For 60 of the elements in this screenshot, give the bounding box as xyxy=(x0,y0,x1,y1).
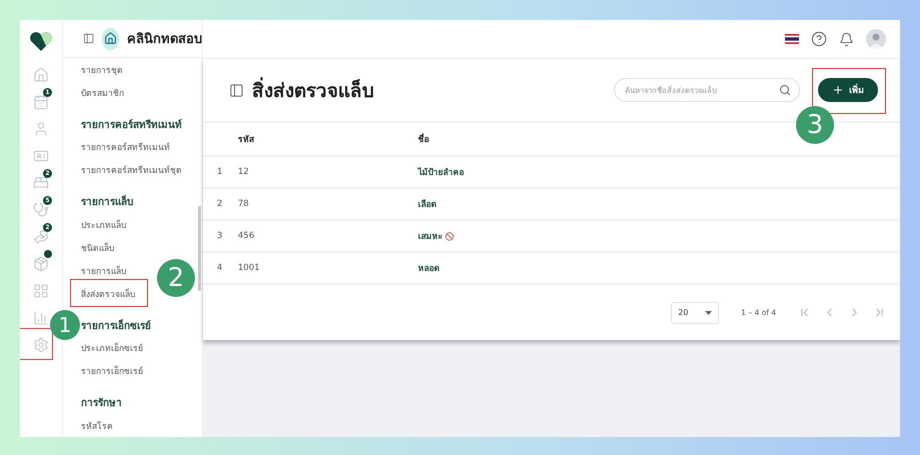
sidebar-item[interactable]: รายการคอร์สทรีทเมนท์ชุด xyxy=(81,158,182,182)
table-cell-text: 1001 xyxy=(238,263,261,273)
bed-icon[interactable] xyxy=(33,175,49,191)
sidebar-item[interactable]: รายการชุด xyxy=(81,58,123,81)
row-number: 1 xyxy=(216,167,224,177)
help-icon[interactable] xyxy=(811,31,827,47)
step-marker: 1 xyxy=(50,310,80,340)
stethoscope-icon[interactable] xyxy=(33,202,49,218)
calendar-icon[interactable] xyxy=(33,94,49,110)
sidebar-item[interactable]: ประเภทเอ็กซเรย์ xyxy=(81,336,143,360)
table-cell-text: หลอด xyxy=(418,263,440,275)
row-number: 4 xyxy=(216,263,224,273)
step-marker: 3 xyxy=(796,106,834,144)
table-cell-text: เลือด xyxy=(418,198,437,211)
step-marker: 2 xyxy=(157,259,195,297)
section-heading: รายการแล็บ xyxy=(81,194,134,210)
page-title: สิ่งส่งตรวจแล็บ xyxy=(252,75,606,105)
notification-icon[interactable] xyxy=(839,32,854,46)
table-cell-text: เสมหะ xyxy=(418,231,443,243)
section-heading: การรักษา xyxy=(81,396,123,412)
logo-icon xyxy=(29,32,53,52)
clinic-name: คลินิกทดสอบ xyxy=(127,31,202,49)
panel-icon xyxy=(229,82,244,98)
chart-icon[interactable] xyxy=(33,310,49,326)
column-header: ชื่อ xyxy=(418,132,430,146)
last-page-icon[interactable] xyxy=(873,306,886,319)
sidebar-item[interactable]: รหัสโรค xyxy=(81,414,113,437)
hand-icon[interactable] xyxy=(33,229,49,245)
grid-icon[interactable] xyxy=(33,283,49,299)
table-cell-text: 78 xyxy=(238,199,250,209)
sidebar-item[interactable]: ชนิดแล็บ xyxy=(81,236,114,259)
sidebar-item[interactable]: ประเภทแล็บ xyxy=(81,213,126,236)
home-icon[interactable] xyxy=(33,67,49,83)
panel-toggle-icon[interactable] xyxy=(83,31,94,46)
sidebar-item[interactable]: รายการเอ็กซเรย์ xyxy=(81,360,143,382)
search-icon xyxy=(779,84,791,96)
sidebar-item[interactable]: รายการคอร์สทรีทเมนท์ xyxy=(81,136,170,158)
flag-icon[interactable] xyxy=(785,34,799,44)
package-icon[interactable] xyxy=(33,256,49,272)
settings-icon[interactable] xyxy=(33,337,49,353)
plus-icon xyxy=(832,84,844,96)
row-number: 3 xyxy=(216,231,224,241)
user-avatar[interactable] xyxy=(866,29,886,49)
table-cell-text: ไม้ป้ายลำคอ xyxy=(418,166,464,179)
table-cell-text: 456 xyxy=(238,231,256,241)
row-number: 2 xyxy=(216,199,224,209)
column-header: รหัส xyxy=(238,134,256,146)
table-cell-text: 12 xyxy=(238,167,250,177)
clinic-icon xyxy=(102,28,119,50)
person-icon[interactable] xyxy=(33,121,49,137)
page-size-select[interactable]: 20 xyxy=(671,302,720,324)
sidebar-item[interactable]: บัตรสมาชิก xyxy=(81,81,124,104)
dropdown-icon xyxy=(705,310,712,314)
add-button[interactable]: เพิ่ม xyxy=(818,78,878,102)
scrollbar[interactable] xyxy=(198,206,201,291)
section-heading: รายการเอ็กซเรย์ xyxy=(81,318,152,334)
sidebar-item[interactable]: รายการแล็บ xyxy=(81,259,126,282)
section-heading: รายการคอร์สทรีทเมนท์ xyxy=(81,118,183,133)
sidebar-item[interactable]: สิ่งส่งตรวจแล็บ xyxy=(81,282,135,305)
id-card-icon[interactable] xyxy=(33,148,49,164)
